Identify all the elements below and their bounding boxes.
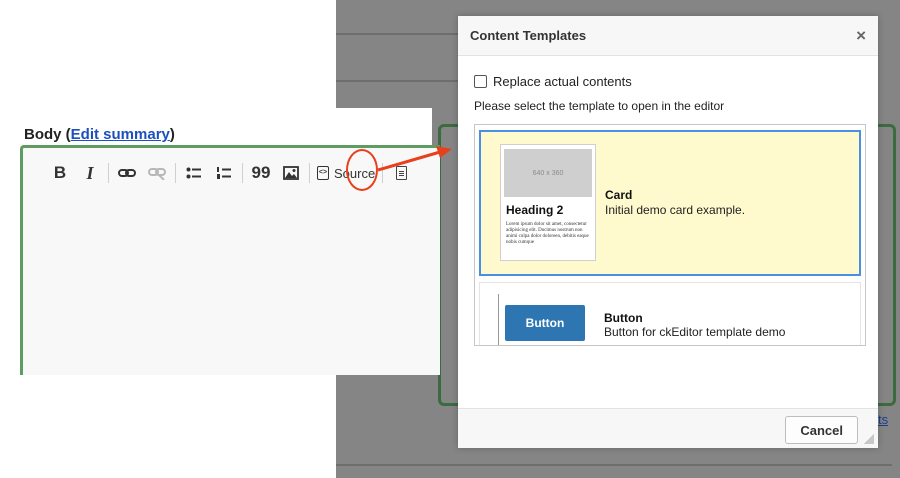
template-list[interactable]: 640 x 360 Heading 2 Lorem ipsum dolor si… bbox=[474, 124, 866, 346]
screenshot-stage: ts Body (Edit summary) B I 99 <> Source … bbox=[0, 0, 900, 478]
card-template-thumbnail: 640 x 360 Heading 2 Lorem ipsum dolor si… bbox=[500, 144, 596, 261]
close-icon[interactable]: × bbox=[856, 26, 866, 46]
thumbnail-image-placeholder: 640 x 360 bbox=[504, 149, 592, 197]
button-template-thumbnail: Button bbox=[498, 294, 588, 345]
cancel-button[interactable]: Cancel bbox=[785, 416, 858, 444]
template-description: Button for ckEditor template demo bbox=[604, 325, 786, 339]
thumbnail-text: Lorem ipsum dolor sit amet, consectetur … bbox=[506, 222, 589, 245]
template-button[interactable]: Button Button Button for ckEditor templa… bbox=[479, 282, 861, 345]
template-name: Card bbox=[605, 188, 633, 202]
content-templates-dialog: Content Templates × Replace actual conte… bbox=[458, 16, 878, 448]
template-card[interactable]: 640 x 360 Heading 2 Lorem ipsum dolor si… bbox=[479, 130, 861, 276]
replace-contents-option[interactable]: Replace actual contents bbox=[474, 74, 632, 89]
dialog-instructions: Please select the template to open in th… bbox=[474, 99, 725, 113]
dialog-footer: Cancel bbox=[458, 408, 878, 448]
replace-contents-checkbox[interactable] bbox=[474, 75, 487, 88]
thumbnail-button: Button bbox=[505, 305, 585, 341]
template-name: Button bbox=[604, 311, 643, 325]
resize-handle[interactable] bbox=[864, 434, 874, 444]
dialog-header: Content Templates × bbox=[458, 16, 878, 56]
template-description: Initial demo card example. bbox=[605, 203, 746, 217]
dialog-title: Content Templates bbox=[470, 28, 587, 43]
thumbnail-heading: Heading 2 bbox=[506, 203, 564, 217]
replace-contents-label: Replace actual contents bbox=[493, 74, 632, 89]
